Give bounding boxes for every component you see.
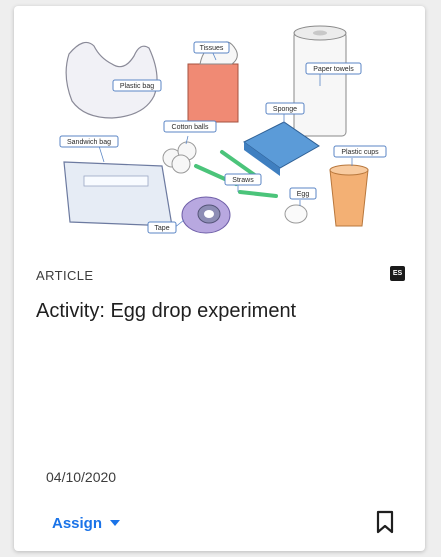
svg-text:Straws: Straws bbox=[232, 177, 254, 184]
svg-text:Egg: Egg bbox=[297, 191, 310, 198]
paper-towel-core-shape bbox=[313, 30, 327, 36]
cotton-ball-shape bbox=[171, 154, 191, 174]
label-cotton-balls: Cotton balls bbox=[163, 120, 217, 133]
straw-shape bbox=[238, 190, 278, 198]
card-illustration: Tissues Plastic bag Paper towels Sponge … bbox=[59, 25, 387, 234]
svg-text:Sandwich bag: Sandwich bag bbox=[67, 139, 111, 146]
label-straws: Straws bbox=[224, 173, 262, 186]
svg-text:Tape: Tape bbox=[154, 225, 169, 232]
label-tissues: Tissues bbox=[193, 41, 230, 54]
plastic-cup-shape bbox=[329, 169, 369, 227]
bookmark-icon[interactable] bbox=[373, 509, 397, 535]
svg-text:Paper towels: Paper towels bbox=[313, 66, 354, 73]
grade-level-badge: ES bbox=[390, 266, 405, 281]
label-plastic-cups: Plastic cups bbox=[333, 145, 387, 158]
leader-line bbox=[98, 145, 105, 163]
svg-text:Sponge: Sponge bbox=[273, 106, 297, 113]
article-card[interactable]: Tissues Plastic bag Paper towels Sponge … bbox=[14, 6, 425, 551]
label-sponge: Sponge bbox=[265, 102, 305, 115]
svg-text:Tissues: Tissues bbox=[200, 45, 224, 52]
article-title[interactable]: Activity: Egg drop experiment bbox=[36, 298, 406, 324]
label-tape: Tape bbox=[147, 221, 177, 234]
svg-text:Plastic bag: Plastic bag bbox=[120, 83, 154, 90]
plastic-cup-rim-shape bbox=[329, 164, 369, 176]
tissue-box-shape bbox=[187, 63, 239, 123]
svg-text:Cotton balls: Cotton balls bbox=[172, 124, 209, 131]
sandwich-bag-shape bbox=[63, 161, 173, 227]
sandwich-bag-seal-shape bbox=[83, 175, 149, 187]
label-paper-towels: Paper towels bbox=[305, 62, 362, 75]
assign-label: Assign bbox=[52, 514, 103, 532]
straw-shape bbox=[220, 150, 258, 178]
tape-core-shape bbox=[204, 210, 214, 218]
chevron-down-icon bbox=[110, 520, 121, 526]
svg-text:Plastic cups: Plastic cups bbox=[341, 149, 379, 156]
label-egg: Egg bbox=[289, 187, 317, 200]
label-sandwich-bag: Sandwich bag bbox=[59, 135, 119, 148]
assign-dropdown-button[interactable]: Assign bbox=[52, 512, 121, 534]
egg-shape bbox=[284, 204, 308, 224]
publish-date: 04/10/2020 bbox=[46, 469, 117, 485]
content-type-label: ARTICLE bbox=[36, 268, 94, 283]
label-plastic-bag: Plastic bag bbox=[112, 79, 162, 92]
